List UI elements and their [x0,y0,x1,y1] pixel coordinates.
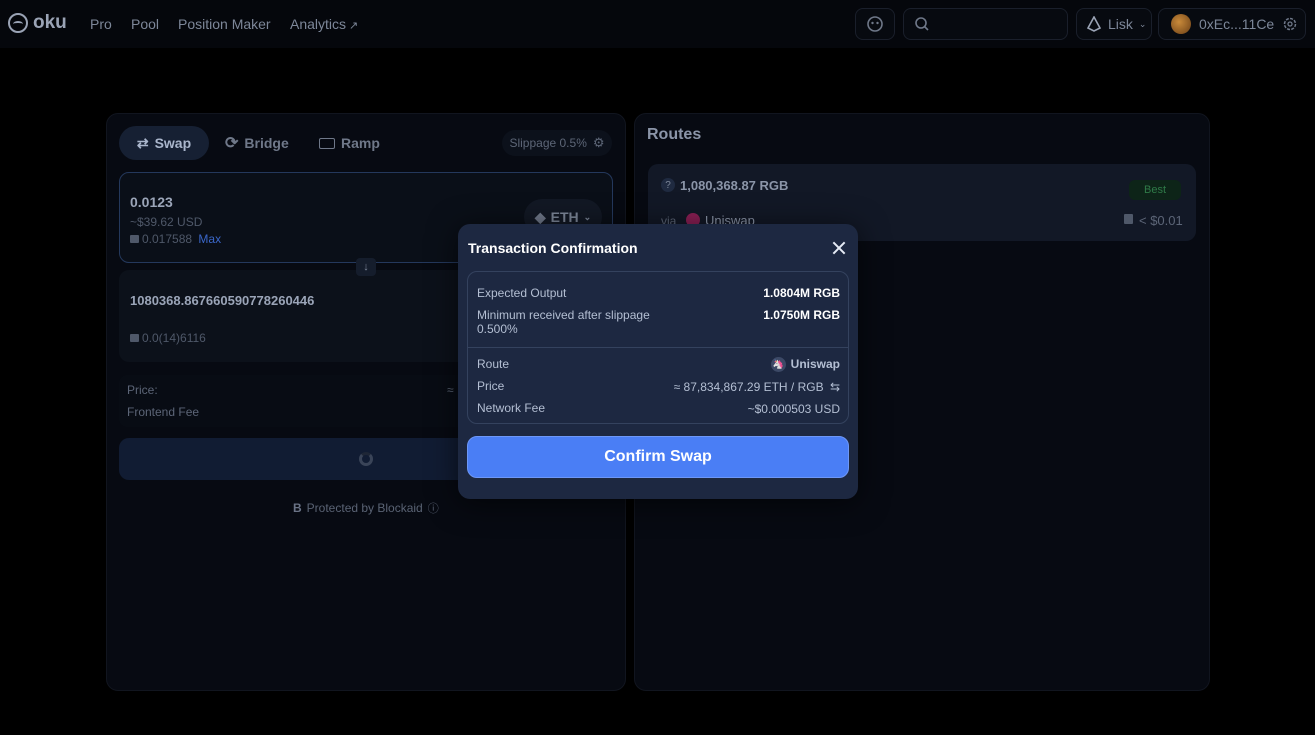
tab-swap[interactable]: ⇄ Swap [119,126,209,160]
wallet-icon [130,334,139,342]
gear-icon[interactable] [1282,16,1298,32]
gear-icon: ⚙ [592,135,605,150]
confirmation-details: Expected Output 1.0804M RGB Minimum rece… [467,271,849,424]
account-button[interactable]: 0xEc...11Ce [1158,8,1306,40]
mascot-button[interactable] [855,8,895,40]
input-balance: 0.017588 Max [130,232,221,246]
refresh-icon: ⟳ [225,135,239,152]
output-balance: 0.0(14)6116 [130,331,206,345]
top-nav: oku Pro Pool Position Maker Analytics ↗ L… [0,0,1315,48]
routes-title: Routes [647,126,702,143]
tab-swap-label: Swap [154,135,192,151]
route-gas: < $0.01 [1139,213,1183,228]
min-received-pct: 0.500% [477,322,518,336]
network-label: Lisk [1108,16,1133,32]
blockaid-icon: B [293,501,302,515]
lisk-icon [1086,16,1102,32]
cash-icon [319,137,335,149]
price-approx: ≈ [447,383,454,397]
arrow-down-icon: ↓ [363,261,369,273]
min-received-value: 1.0750M RGB [763,308,840,322]
blockaid-badge: B Protected by Blockaid ⓘ [293,500,439,516]
uniswap-icon: 🦄 [770,357,786,373]
tab-bridge[interactable]: ⟳ Bridge [225,126,289,160]
nav-link-analytics[interactable]: Analytics ↗ [290,16,358,32]
input-amount[interactable]: 0.0123 [130,194,173,210]
confirm-swap-button[interactable]: Confirm Swap [467,436,849,478]
route-label: Route [477,357,510,371]
chevron-down-icon: ⌄ [1138,18,1147,29]
transaction-confirmation-modal: Transaction Confirmation Expected Output… [458,224,858,499]
oku-logo[interactable]: oku [8,12,67,34]
gas-icon [1124,214,1133,224]
route-value: 🦄 Uniswap [770,357,840,373]
search-icon [915,17,929,31]
output-balance-value: 0.0(14)6116 [142,331,206,345]
blockaid-label: Protected by Blockaid [306,501,423,515]
min-received-label: Minimum received after slippage [477,308,650,322]
close-icon[interactable] [830,239,848,257]
swap-arrows-icon: ⇄ [136,134,149,151]
input-usd-value: ~$39.62 USD [130,215,203,229]
modal-title: Transaction Confirmation [468,240,638,256]
nav-link-analytics-label: Analytics [290,16,347,32]
info-icon[interactable]: ⓘ [428,500,439,516]
avatar [1171,14,1191,34]
network-fee-label: Network Fee [477,401,546,415]
frontend-fee-label: Frontend Fee [127,405,200,419]
mascot-icon [867,16,883,32]
switch-direction-button[interactable]: ↓ [356,258,376,276]
expected-output-value: 1.0804M RGB [763,286,840,300]
input-token-symbol: ETH [550,209,579,225]
route-value-label: Uniswap [790,357,840,371]
question-icon: ? [661,178,675,192]
tab-ramp[interactable]: Ramp [319,126,380,160]
best-badge: Best [1129,180,1181,200]
modal-price-value: ≈ 87,834,867.29 ETH / RGB ⇆ [674,380,840,394]
modal-price-text: ≈ 87,834,867.29 ETH / RGB [673,380,824,394]
price-label: Price: [127,383,158,397]
slippage-label: Slippage 0.5% [509,136,587,150]
modal-price-label: Price [477,379,505,393]
tab-bridge-label: Bridge [244,135,289,151]
network-selector[interactable]: Lisk ⌄ [1076,8,1152,40]
route-output: 1,080,368.87 RGB [680,178,789,193]
network-fee-value: ~$0.000503 USD [747,402,840,416]
expected-output-label: Expected Output [477,286,567,300]
nav-link-pool[interactable]: Pool [131,16,159,32]
wallet-icon [130,235,139,243]
logo-text: oku [33,12,67,33]
eth-icon: ◆ [534,208,546,225]
slippage-button[interactable]: Slippage 0.5% ⚙ [502,130,612,156]
tab-ramp-label: Ramp [341,135,380,151]
details-divider [468,347,848,348]
oku-logo-icon [8,13,28,33]
search-input[interactable] [903,8,1068,40]
external-link-icon: ↗ [349,20,359,32]
input-balance-value: 0.017588 [142,232,193,246]
nav-link-pro[interactable]: Pro [90,16,112,32]
chevron-down-icon: ⌄ [583,211,592,222]
swap-direction-icon[interactable]: ⇆ [830,380,840,394]
max-button[interactable]: Max [198,232,221,246]
nav-link-position-maker[interactable]: Position Maker [178,16,271,32]
loading-spinner-icon [359,452,373,466]
output-amount: 1080368.867660590778260446 [130,293,315,308]
account-address: 0xEc...11Ce [1199,16,1275,32]
